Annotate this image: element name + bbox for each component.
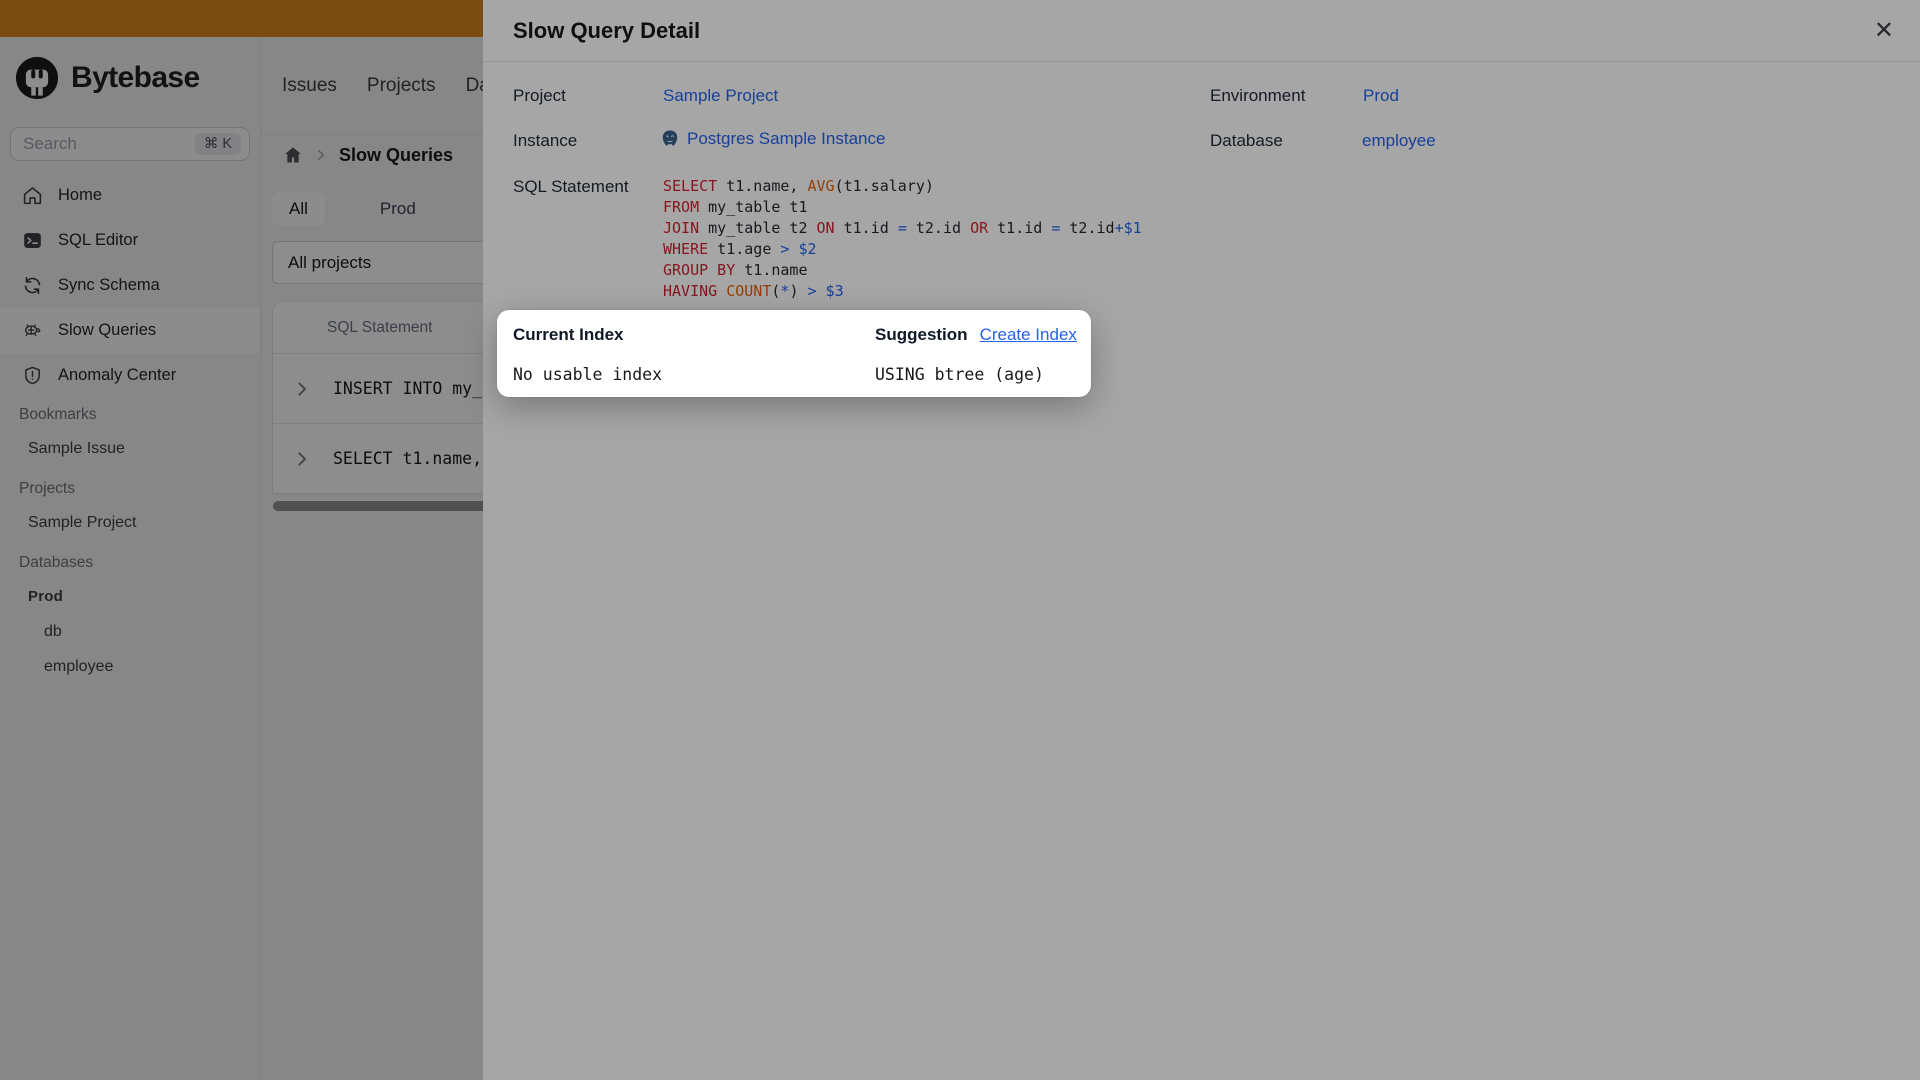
popover-backdrop bbox=[0, 0, 1920, 1080]
suggestion-value: USING btree (age) bbox=[875, 365, 1044, 384]
suggestion-label: Suggestion bbox=[875, 325, 968, 344]
current-index-value: No usable index bbox=[513, 365, 663, 384]
create-index-link[interactable]: Create Index bbox=[980, 325, 1077, 345]
suggestion-header: Suggestion Create Index bbox=[875, 325, 1077, 345]
index-suggestion-popover: Current Index No usable index Suggestion… bbox=[497, 310, 1091, 397]
current-index-label: Current Index bbox=[513, 325, 624, 344]
